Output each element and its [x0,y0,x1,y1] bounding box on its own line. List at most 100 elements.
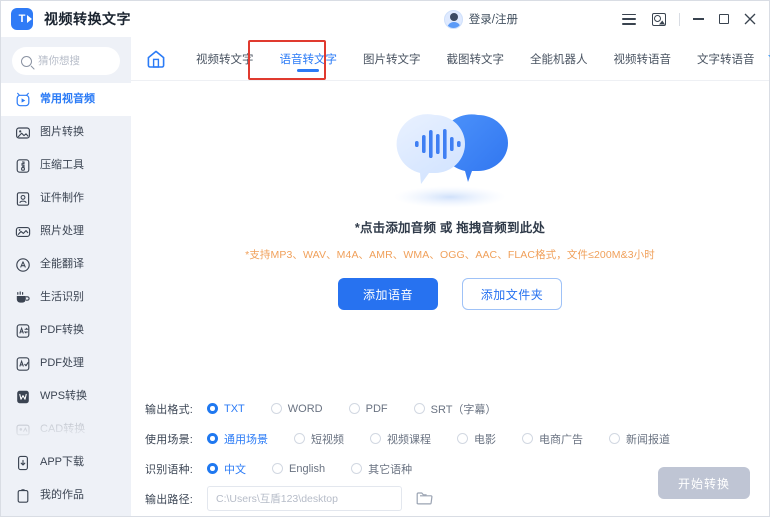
scene-row: 使用场景: 通用场景 短视频 视频课程 电影 电商广告 新闻报道 [145,426,769,451]
output-format-row: 输出格式: TXT WORD PDF SRT（字幕） [145,396,769,421]
sidebar-item-photo-edit[interactable]: 照片处理 [1,215,131,248]
radio-icon [207,433,218,444]
screenshot-button[interactable] [644,1,674,37]
search-box[interactable] [12,47,120,75]
tab-text-to-audio[interactable]: 文字转语音 [684,37,768,81]
sidebar-item-common-media[interactable]: 常用视音频 [1,83,131,116]
audio-bubble-illustration [380,97,520,215]
start-convert-button[interactable]: 开始转换 [658,467,750,499]
avatar [443,9,463,29]
tab-image-to-text[interactable]: 图片转文字 [350,37,434,81]
scene-option-general[interactable]: 通用场景 [207,431,268,447]
minimize-button[interactable] [685,1,711,37]
sidebar-item-translate[interactable]: 全能翻译 [1,248,131,281]
sidebar-item-image-convert[interactable]: 图片转换 [1,116,131,149]
drop-zone[interactable]: *点击添加音频 或 拖拽音频到此处 *支持MP3、WAV、M4A、AMR、WMA… [131,81,769,396]
compress-icon [15,158,31,174]
menu-button[interactable] [614,1,644,37]
close-icon [744,13,756,25]
sidebar-item-label: CAD转换 [40,423,86,435]
sidebar-item-label: 常用视音频 [40,93,95,105]
radio-icon [348,403,360,414]
format-option-pdf[interactable]: PDF [348,402,388,415]
sidebar-item-label: PDF处理 [40,357,84,369]
language-option-other[interactable]: 其它语种 [351,461,412,477]
search-input[interactable] [38,55,110,67]
add-audio-button[interactable]: 添加语音 [338,278,438,310]
sidebar-item-life-recognition[interactable]: 生活识别 [1,281,131,314]
radio-label: PDF [365,402,388,415]
body: 常用视音频 图片转换 [1,37,770,516]
scene-option-course[interactable]: 视频课程 [370,431,431,447]
main-panel: 视频转文字 语音转文字 图片转文字 截图转文字 全能机器人 视频转语音 文字转语… [131,37,770,516]
sidebar-item-label: 照片处理 [40,225,84,237]
format-option-srt[interactable]: SRT（字幕） [413,401,496,417]
tab-screenshot-to-text[interactable]: 截图转文字 [434,37,518,81]
format-option-word[interactable]: WORD [270,403,323,415]
sidebar-item-id-photo[interactable]: 证件制作 [1,182,131,215]
scene-option-news[interactable]: 新闻报道 [609,431,670,447]
maximize-button[interactable] [711,1,737,37]
close-button[interactable] [737,1,763,37]
tab-label: 图片转文字 [363,53,421,66]
translate-icon [15,257,31,273]
radio-label: 短视频 [311,433,344,446]
sidebar-item-compress[interactable]: 压缩工具 [1,149,131,182]
tab-video-to-audio[interactable]: 视频转语音 [601,37,685,81]
scene-option-ecommerce-ad[interactable]: 电商广告 [522,431,583,447]
output-path-label: 输出路径: [145,493,194,506]
sidebar-item-label: PDF转换 [40,324,84,336]
divider [679,12,680,26]
app-window: T 视频转换文字 登录/注册 猜你想搜 常用视音频 图片转换 压缩工具 证件制作… [0,0,770,517]
radio-icon [270,403,282,414]
radio-label: 视频课程 [387,433,431,446]
scene-option-movie[interactable]: 电影 [457,431,496,447]
minimize-icon [692,18,704,20]
scene-option-short-video[interactable]: 短视频 [294,431,344,447]
account-button[interactable]: 登录/注册 [443,9,518,29]
sidebar: 常用视音频 图片转换 [1,37,131,516]
sidebar-item-label: 生活识别 [40,291,84,303]
radio-label: 通用场景 [224,433,268,446]
radio-icon [351,463,363,474]
tab-label: 文字转语音 [697,53,755,66]
menu-icon [622,13,636,25]
app-title: 视频转换文字 [44,11,131,27]
language-option-chinese[interactable]: 中文 [207,461,246,477]
id-card-icon [15,191,31,207]
my-works-icon [15,488,31,504]
folder-icon[interactable] [416,491,433,506]
radio-label: 其它语种 [368,463,413,476]
radio-icon [294,433,305,444]
radio-label: 电商广告 [539,433,583,446]
home-icon[interactable] [145,48,167,70]
photo-edit-icon [15,224,31,240]
sidebar-item-wps-convert[interactable]: WPS转换 [1,380,131,413]
sidebar-item-label: 图片转换 [40,126,84,138]
tab-label: 语音转文字 [279,53,338,66]
scene-label: 使用场景: [145,433,194,446]
pdf-convert-icon [15,323,31,339]
tab-video-to-text[interactable]: 视频转文字 [183,37,267,81]
add-folder-button[interactable]: 添加文件夹 [462,278,562,310]
sidebar-item-my-works[interactable]: 我的作品 [1,479,131,512]
output-path-input[interactable] [207,486,402,511]
account-label: 登录/注册 [468,14,518,26]
language-option-english[interactable]: English [272,463,325,475]
tab-bar: 视频转文字 语音转文字 图片转文字 截图转文字 全能机器人 视频转语音 文字转语… [131,37,770,81]
tab-ai-robot[interactable]: 全能机器人 [517,37,601,81]
sidebar-item-pdf-convert[interactable]: PDF转换 [1,314,131,347]
tab-audio-to-text[interactable]: 语音转文字 [267,37,351,81]
sidebar-item-label: 证件制作 [40,192,84,204]
sidebar-item-pdf-edit[interactable]: PDF处理 [1,347,131,380]
sidebar-item-cad-convert[interactable]: CAD转换 [1,413,131,446]
pdf-edit-icon [15,356,31,372]
format-option-txt[interactable]: TXT [207,403,245,415]
video-play-icon [15,92,31,108]
sidebar-item-app-download[interactable]: APP下载 [1,446,131,479]
radio-icon [207,403,218,414]
tab-active-underline [297,69,320,72]
radio-label: 新闻报道 [626,433,670,446]
tab-label: 视频转语音 [613,53,672,66]
sidebar-item-label: APP下载 [40,456,85,468]
